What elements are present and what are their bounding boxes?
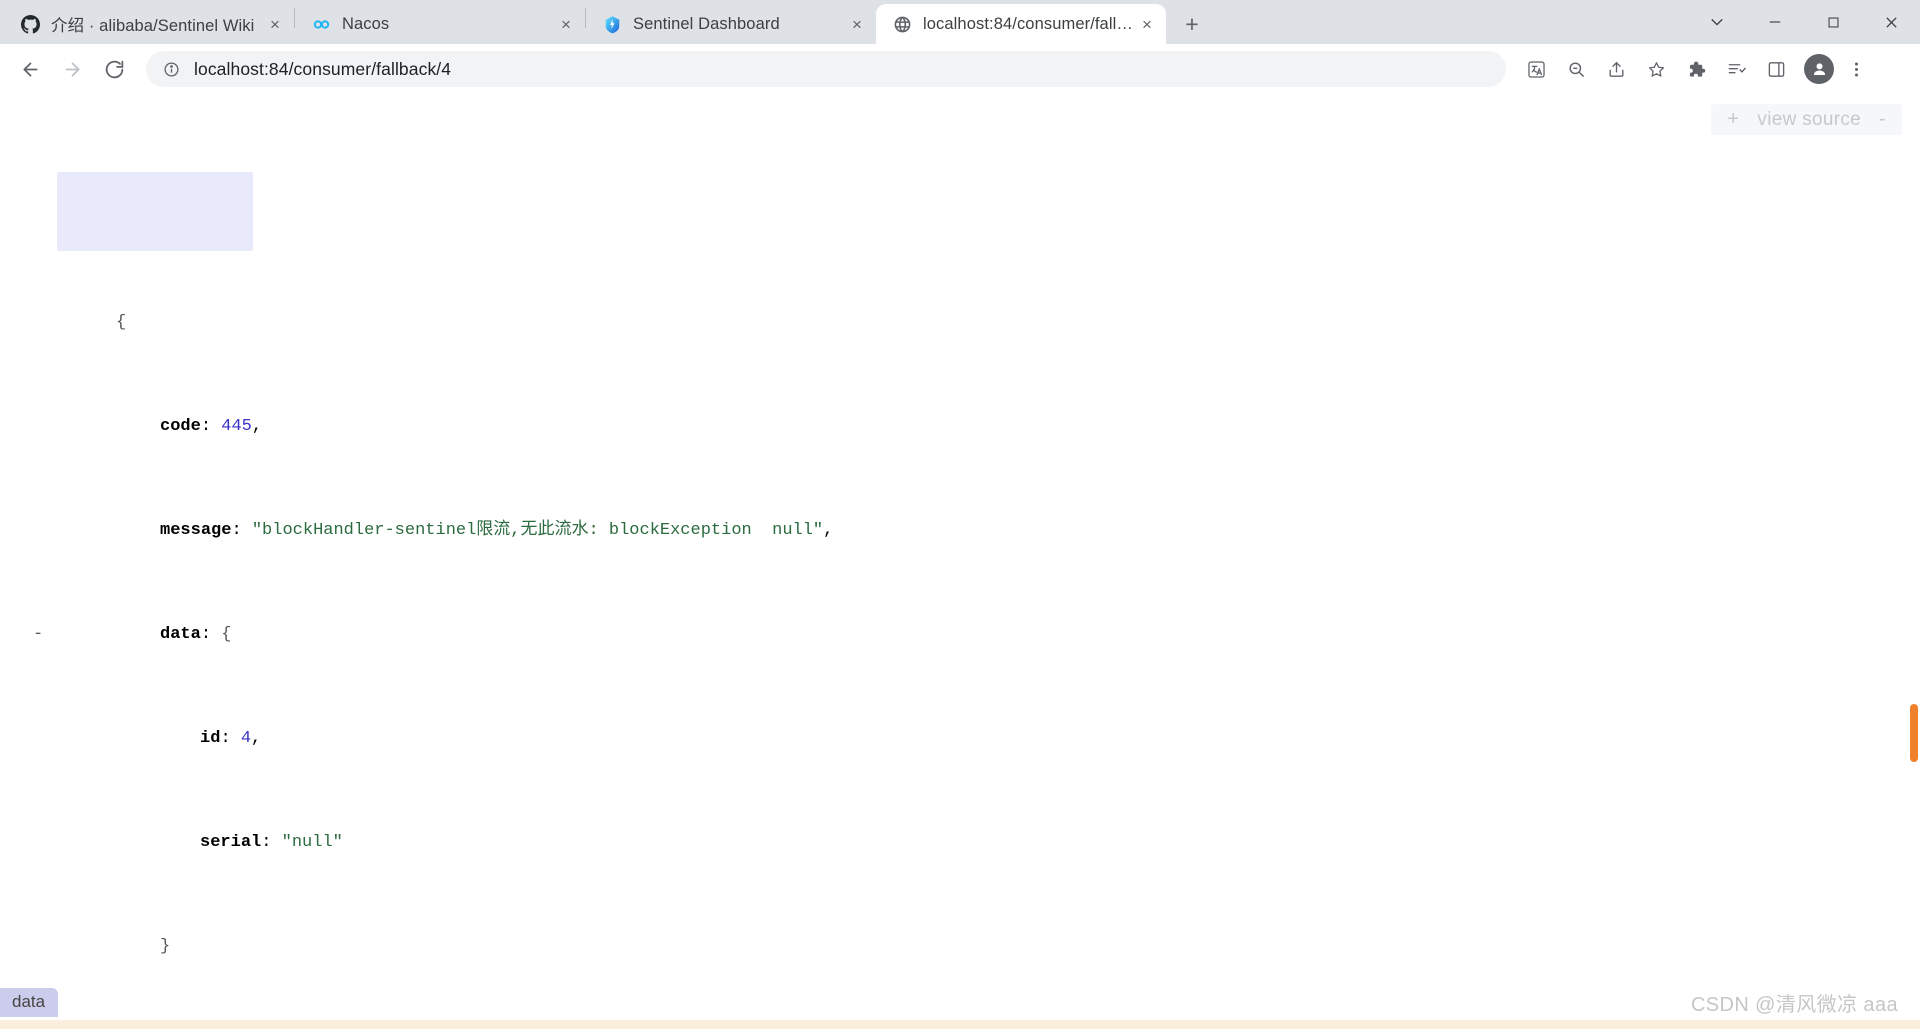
json-colon: : [231,521,242,540]
minimize-window-button[interactable] [1746,0,1804,44]
json-colon: : [220,729,231,748]
github-icon [20,14,40,34]
view-source-label[interactable]: view source [1757,109,1861,131]
nacos-icon [311,14,331,34]
tab-title: Sentinel Dashboard [633,14,780,33]
json-key: serial [200,833,262,852]
open-brace: { [116,313,127,332]
toolbar-actions [1514,51,1874,87]
globe-icon [892,14,912,34]
json-key: message [160,521,232,540]
address-bar[interactable]: localhost:84/consumer/fallback/4 [146,51,1506,87]
browser-tab-sentinel-dashboard[interactable]: Sentinel Dashboard × [586,4,876,44]
json-value: "blockHandler-sentinel限流,无此流水: blockExce… [251,521,824,540]
window-controls [1688,0,1920,44]
collapse-all-button[interactable]: - [1879,108,1886,131]
profile-avatar[interactable] [1804,54,1834,84]
json-value: { [221,625,232,644]
search-magnifier-icon[interactable] [1558,51,1594,87]
json-key: id [200,729,221,748]
close-window-button[interactable] [1862,0,1920,44]
tab-title: Nacos [342,14,390,33]
tab-search-chevron-icon[interactable] [1688,0,1746,44]
reading-list-icon[interactable] [1718,51,1754,87]
view-source-toggle[interactable]: + view source - [1711,104,1902,135]
new-tab-button[interactable]: + [1175,7,1209,41]
site-information-icon[interactable] [160,58,182,80]
page-content: + view source - { code: 445, message: "b… [0,94,1920,1029]
browser-window: 介绍 · alibaba/Sentinel Wiki × Nacos × Sen… [0,0,1920,1029]
json-root-open-brace: { [0,284,1920,332]
tab-title: localhost:84/consumer/fallback [923,14,1134,33]
back-button-icon[interactable] [12,51,48,87]
bookmark-star-icon[interactable] [1638,51,1674,87]
share-icon[interactable] [1598,51,1634,87]
browser-toolbar: localhost:84/consumer/fallback/4 [0,44,1920,94]
json-comma: , [251,729,262,748]
json-value: 445 [221,417,252,436]
extensions-puzzle-icon[interactable] [1678,51,1714,87]
expand-all-button[interactable]: + [1727,108,1739,131]
json-colon: : [200,417,212,436]
tab-title: 介绍 · alibaba/Sentinel Wiki [51,17,255,35]
json-key: code [160,417,201,436]
address-bar-url: localhost:84/consumer/fallback/4 [194,58,452,79]
json-key: data [160,625,201,644]
json-row-data-close: } [0,908,1920,956]
json-row-id: id: 4, [0,700,1920,748]
json-comma: , [251,417,263,436]
json-comma: , [823,521,834,540]
json-colon: : [261,833,272,852]
close-brace: } [160,937,171,956]
tab-close-button[interactable]: × [844,11,870,37]
reload-button-icon[interactable] [96,51,132,87]
json-colon: : [200,625,212,644]
json-row-data: - data: { [0,596,1920,644]
collapse-toggle-data[interactable]: - [33,622,43,648]
tab-close-button[interactable]: × [262,11,288,37]
tab-close-button[interactable]: × [553,11,579,37]
browser-menu-button[interactable] [1838,51,1874,87]
status-bubble: data [0,988,59,1017]
tab-close-button[interactable]: × [1134,11,1160,37]
json-lines: { code: 445, message: "blockHandler-sent… [0,206,1920,1029]
json-value: "null" [281,833,343,852]
maximize-window-button[interactable] [1804,0,1862,44]
forward-button-icon[interactable] [54,51,90,87]
csdn-watermark: CSDN @清风微凉 aaa [1690,994,1898,1016]
vertical-scrollbar-thumb[interactable] [1910,704,1918,762]
browser-tab-localhost-consumer-fallback[interactable]: localhost:84/consumer/fallback × [876,4,1166,44]
sentinel-icon [602,14,622,34]
browser-tab-nacos[interactable]: Nacos × [295,4,585,44]
json-value: 4 [240,729,252,748]
browser-tab-sentinel-wiki[interactable]: 介绍 · alibaba/Sentinel Wiki × [4,4,294,44]
bottom-strip [0,1020,1920,1029]
tab-strip: 介绍 · alibaba/Sentinel Wiki × Nacos × Sen… [0,0,1920,44]
side-panel-icon[interactable] [1758,51,1794,87]
json-row-code: code: 445, [0,388,1920,436]
json-row-serial: serial: "null" [0,804,1920,852]
json-row-message: message: "blockHandler-sentinel限流,无此流水: … [0,492,1920,540]
json-viewer: { code: 445, message: "blockHandler-sent… [0,94,1920,1029]
translate-icon[interactable] [1518,51,1554,87]
